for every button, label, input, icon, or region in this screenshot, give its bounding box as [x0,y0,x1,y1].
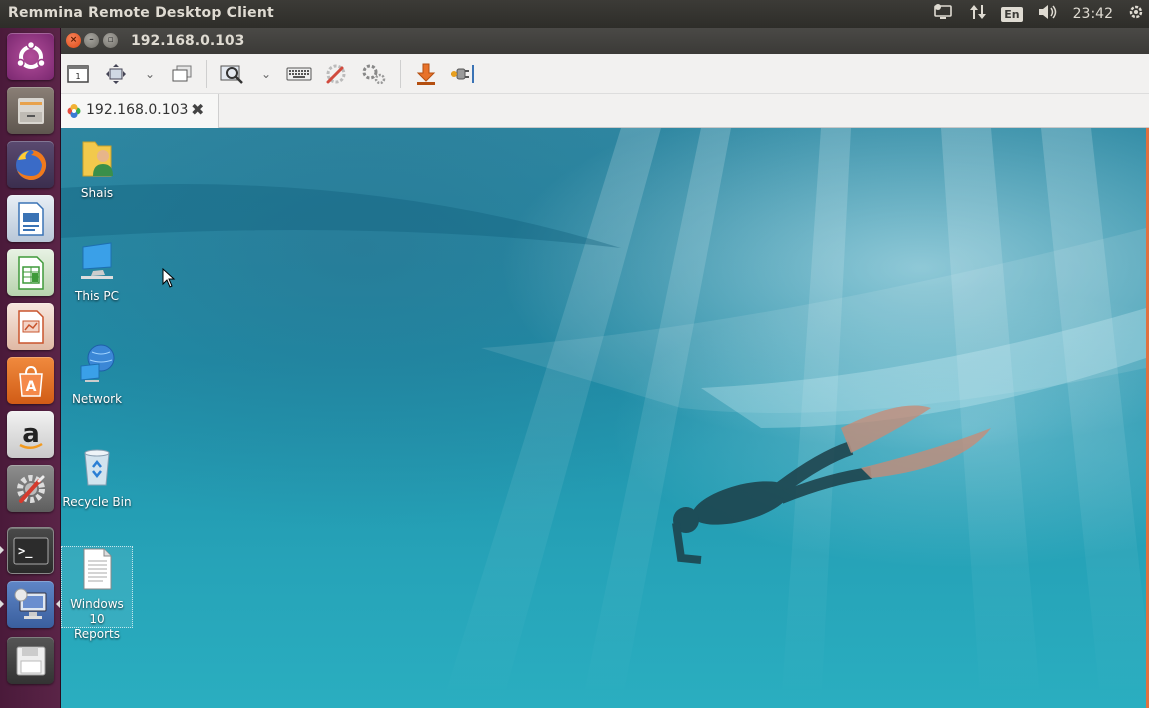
software-launcher-button[interactable]: A [7,357,54,404]
svg-text:>_: >_ [18,544,33,559]
power-gear-icon[interactable] [1127,3,1145,25]
volume-icon[interactable] [1037,3,1059,25]
tools-button[interactable] [361,62,387,86]
remmina-focused-indicator [56,600,60,608]
resize-arrows-icon [106,64,126,84]
desktop-icon-network[interactable]: Network [61,342,133,407]
tab-connection[interactable]: 192.168.0.103 ✖ [61,94,219,128]
network-arrows-icon[interactable] [969,3,987,25]
remmina-toolbar: 1 ⌄ ⌄ [61,54,1149,94]
desktop-icon-user-folder[interactable]: Shais [61,136,133,201]
window-title: 192.168.0.103 [131,33,245,49]
keyboard-icon [286,67,312,81]
tools-icon [326,64,346,84]
desktop-icon-label: Shais [80,186,114,200]
floppy-launcher-button[interactable] [7,637,54,684]
ubuntu-logo-icon [15,40,46,69]
calc-launcher-button[interactable] [7,249,54,296]
floppy-disk-icon [16,646,45,675]
file-cabinet-icon [17,97,44,124]
text-document-icon [83,548,112,590]
window-minimize-button[interactable]: – [84,33,99,48]
firefox-launcher-button[interactable] [7,141,54,188]
svg-text:a: a [22,419,40,449]
preferences-button[interactable] [323,62,349,86]
clock[interactable]: 23:42 [1073,6,1113,22]
toolbar-separator [400,60,401,88]
desktop-icon-this-pc[interactable]: This PC [61,239,133,304]
underwater-wallpaper [61,128,1146,708]
connection-tabbar: 192.168.0.103 ✖ [61,94,1149,128]
gears-icon [362,64,386,85]
desktop-icon-label: This PC [75,289,119,303]
user-folder-icon [82,141,113,177]
desktop-icon-label: Network [71,392,123,406]
settings-launcher-button[interactable] [7,465,54,512]
writer-launcher-button[interactable] [7,195,54,242]
scaling-dropdown-arrow[interactable]: ⌄ [143,62,157,86]
files-launcher-button[interactable] [7,87,54,134]
amazon-launcher-button[interactable]: a [7,411,54,458]
svg-text:A: A [25,379,36,395]
zoom-screen-icon [220,65,243,84]
remote-desktop-view[interactable]: Shais This PC Network Recycle Bin Window… [61,128,1146,708]
unity-launcher: A a >_ [0,28,61,708]
minimize-window-button[interactable] [413,62,439,86]
toggle-fullscreen-button[interactable]: 1 [65,62,91,86]
computer-monitor-icon [81,242,113,279]
desktop-icon-label-line2: Reports [73,627,121,641]
zoom-dropdown-arrow[interactable]: ⌄ [259,62,273,86]
remmina-running-indicator [0,600,4,608]
app-title: Remmina Remote Desktop Client [8,5,274,21]
stacked-windows-icon [172,65,192,82]
remmina-rdp-icon [67,104,81,118]
ubuntu-dash-button[interactable] [7,33,54,80]
remmina-window: × – ▫ 192.168.0.103 1 ⌄ ⌄ 192.168.0.103 … [61,28,1149,708]
disconnect-button[interactable] [449,62,475,86]
plug-disconnect-icon [451,65,474,83]
recycle-bin-icon [84,449,110,486]
desktop-icon-recycle-bin[interactable]: Recycle Bin [61,445,133,510]
scaled-mode-button[interactable] [219,62,245,86]
mouse-pointer-icon [162,268,176,288]
desktop-icon-label-line1: Windows 10 [70,597,124,626]
svg-text:1: 1 [75,72,80,81]
fullscreen-window-icon: 1 [67,65,89,83]
libreoffice-writer-icon [17,201,44,236]
system-tray: En 23:42 [933,0,1145,28]
libreoffice-impress-icon [17,309,44,344]
desktop-icon-label: Recycle Bin [62,495,132,509]
tab-label: 192.168.0.103 [86,102,189,118]
shopping-bag-icon: A [18,365,43,397]
download-arrow-icon [416,63,436,85]
remmina-icon [14,588,46,619]
grab-keyboard-button[interactable] [286,62,312,86]
terminal-icon: >_ [13,537,48,564]
libreoffice-calc-icon [17,255,44,290]
switch-tab-button[interactable] [169,62,195,86]
window-maximize-button[interactable]: ▫ [103,33,118,48]
desktop-icon-document[interactable]: Windows 10 Reports [61,546,133,641]
impress-launcher-button[interactable] [7,303,54,350]
screen: Remmina Remote Desktop Client En 23:42 A… [0,0,1149,708]
toolbar-separator [206,60,207,88]
window-close-button[interactable]: × [66,33,81,48]
tab-close-button[interactable]: ✖ [191,100,204,119]
keyboard-layout-indicator[interactable]: En [1001,6,1023,22]
system-settings-icon [16,474,45,503]
amazon-icon: a [18,419,43,449]
remmina-launcher-button[interactable] [7,581,54,628]
terminal-running-indicator [0,546,4,554]
window-titlebar[interactable]: × – ▫ 192.168.0.103 [61,28,1149,54]
firefox-icon [15,149,46,180]
top-panel: Remmina Remote Desktop Client En 23:42 [0,0,1149,28]
terminal-launcher-button[interactable]: >_ [7,527,54,574]
network-globe-icon [80,344,115,382]
auto-fit-button[interactable] [103,62,129,86]
remmina-tray-icon[interactable] [933,3,955,25]
